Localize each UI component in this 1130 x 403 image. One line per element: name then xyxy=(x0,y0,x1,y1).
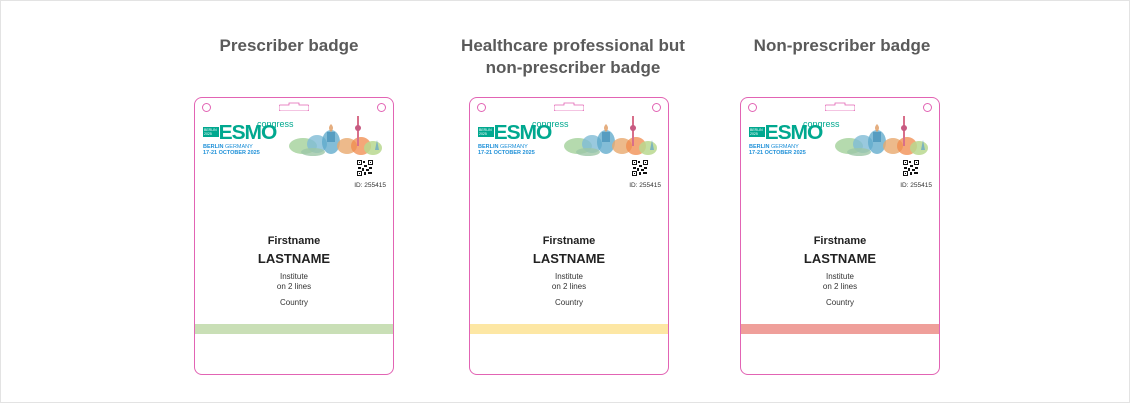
attendee-firstname: Firstname xyxy=(813,235,867,247)
badge-title-prescriber: Prescriber badge xyxy=(219,36,359,55)
lanyard-hole-left xyxy=(748,103,757,112)
institute-line2: on 2 lines xyxy=(551,282,587,291)
event-dates: 17-21 OCTOBER 2025 xyxy=(478,150,535,156)
event-location: BERLIN GERMANY 17-21 OCTOBER 2025 xyxy=(478,144,535,156)
attendee-lastname: LASTNAME xyxy=(532,251,606,266)
event-location: BERLIN GERMANY 17-21 OCTOBER 2025 xyxy=(749,144,806,156)
berlin-skyline-illustration xyxy=(564,116,657,156)
event-dates: 17-21 OCTOBER 2025 xyxy=(749,150,806,156)
badge-comparison-panel: Prescriber badge BERLIN 2025 ESMO congre… xyxy=(0,0,1130,403)
attendee-institute: Institute on 2 lines xyxy=(741,272,939,292)
institute-line1: Institute xyxy=(825,272,854,281)
badge-column-prescriber: Prescriber badge xyxy=(154,35,424,85)
badge-column-healthcare: Healthcare professional but non-prescrib… xyxy=(438,35,708,85)
event-location: BERLIN GERMANY 17-21 OCTOBER 2025 xyxy=(203,144,260,156)
attendee-firstname: Firstname xyxy=(542,235,596,247)
attendee-firstname: Firstname xyxy=(267,235,321,247)
institute-line2: on 2 lines xyxy=(822,282,858,291)
attendee-country: Country xyxy=(279,298,308,307)
lanyard-hole-left xyxy=(202,103,211,112)
institute-line1: Institute xyxy=(279,272,308,281)
event-dates: 17-21 OCTOBER 2025 xyxy=(203,150,260,156)
attendee-country: Country xyxy=(825,298,854,307)
logo-tag: BERLIN 2025 xyxy=(749,127,765,137)
qr-code-icon xyxy=(632,160,648,176)
attendee-country: Country xyxy=(554,298,583,307)
qr-code-icon xyxy=(903,160,919,176)
category-stripe xyxy=(741,324,939,334)
attendee-lastname: LASTNAME xyxy=(257,251,331,266)
attendee-institute: Institute on 2 lines xyxy=(195,272,393,292)
berlin-skyline-illustration xyxy=(289,116,382,156)
badge-card-non-prescriber: BERLIN 2025 ESMO congress BERLIN GERMANY… xyxy=(740,97,940,375)
attendee-id: ID: 255415 xyxy=(900,182,932,189)
badge-title-non-prescriber: Non-prescriber badge xyxy=(753,36,931,55)
badge-title-healthcare: Healthcare professional but non-prescrib… xyxy=(461,36,685,77)
category-stripe xyxy=(195,324,393,334)
attendee-id: ID: 255415 xyxy=(629,182,661,189)
institute-line2: on 2 lines xyxy=(276,282,312,291)
badge-column-non-prescriber: Non-prescriber badge xyxy=(707,35,977,85)
category-stripe xyxy=(470,324,668,334)
logo-tag: BERLIN 2025 xyxy=(203,127,219,137)
attendee-id: ID: 255415 xyxy=(354,182,386,189)
badge-card-healthcare: BERLIN 2025 ESMO congress BERLIN GERMANY… xyxy=(469,97,669,375)
attendee-lastname: LASTNAME xyxy=(803,251,877,266)
badge-card-prescriber: BERLIN 2025 ESMO congress BERLIN GERMANY… xyxy=(194,97,394,375)
qr-code-icon xyxy=(357,160,373,176)
logo-tag: BERLIN 2025 xyxy=(478,127,494,137)
attendee-institute: Institute on 2 lines xyxy=(470,272,668,292)
institute-line1: Institute xyxy=(554,272,583,281)
lanyard-hole-left xyxy=(477,103,486,112)
berlin-skyline-illustration xyxy=(835,116,928,156)
